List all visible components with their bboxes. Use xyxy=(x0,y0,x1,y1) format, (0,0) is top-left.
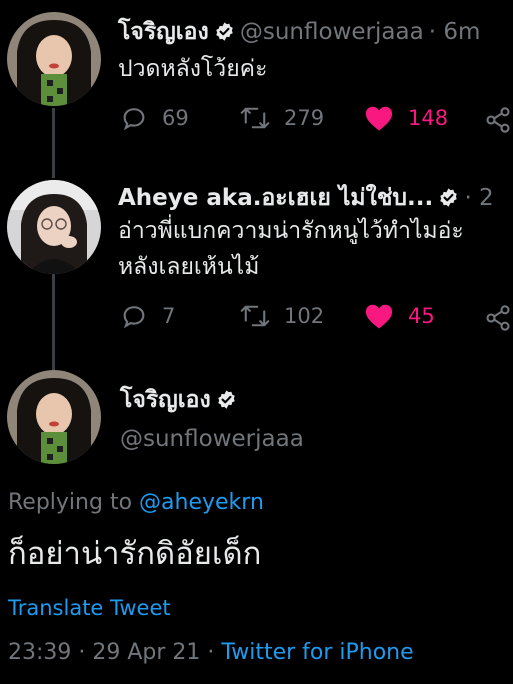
retweet-count: 102 xyxy=(284,304,325,328)
display-name[interactable]: โจริญเอง xyxy=(118,19,209,45)
timestamp[interactable]: · 2 xyxy=(464,185,493,211)
translate-tweet-link[interactable]: Translate Tweet xyxy=(8,596,171,620)
retweet-count: 279 xyxy=(284,106,325,130)
retweet-button[interactable]: 102 xyxy=(240,302,324,330)
display-name[interactable]: โจริญเอง xyxy=(120,387,211,413)
tweet-date[interactable]: · 29 Apr 21 · xyxy=(78,640,214,665)
tweet-meta: 23:39 · 29 Apr 21 · Twitter for iPhone xyxy=(8,640,414,665)
thread-line xyxy=(52,108,55,178)
reply-icon xyxy=(123,108,145,131)
like-count: 148 xyxy=(408,106,449,130)
reply-icon xyxy=(123,306,145,329)
tweet-text-line-2: หลังเลยเห้นไม้ xyxy=(118,254,260,280)
heart-filled-icon xyxy=(365,106,393,131)
tweet-text-line-1: อ่าวพี่แบกความน่ารักหนูไว้ทำไมอ่ะ xyxy=(118,218,464,244)
tweet-text: ปวดหลังโว้ยค่ะ xyxy=(118,56,268,82)
like-count: 45 xyxy=(408,304,435,328)
retweet-button[interactable]: 279 xyxy=(240,104,324,132)
heart-filled-icon xyxy=(365,304,393,329)
thread-line xyxy=(52,270,55,370)
handle[interactable]: @sunflowerjaaa xyxy=(240,19,424,45)
verified-badge-icon xyxy=(438,187,459,208)
verified-badge-icon xyxy=(216,389,237,410)
replying-to-label: Replying to xyxy=(8,490,133,515)
share-button[interactable] xyxy=(484,304,512,332)
replying-to: Replying to @aheyekrn xyxy=(8,490,264,515)
tweet-time[interactable]: 23:39 xyxy=(8,640,71,665)
avatar[interactable] xyxy=(7,180,101,274)
replying-to-handle-link[interactable]: @aheyekrn xyxy=(139,490,264,515)
tweet-header: Aheye aka.อะเฮเย ไม่ใช่บ... · 2 xyxy=(118,180,494,216)
reply-count: 7 xyxy=(162,304,176,328)
avatar[interactable] xyxy=(7,370,101,464)
main-tweet-text: ก็อย่าน่ารักดิอัยเด็ก xyxy=(8,536,262,572)
share-icon xyxy=(486,305,510,331)
verified-badge-icon xyxy=(214,21,235,42)
reply-button[interactable]: 7 xyxy=(120,302,175,330)
avatar[interactable] xyxy=(7,12,101,106)
share-icon xyxy=(486,107,510,133)
tweet-header: โจริญเอง @sunflowerjaaa · 6m xyxy=(118,14,480,50)
like-button[interactable]: 148 xyxy=(364,104,448,132)
display-name[interactable]: Aheye aka.อะเฮเย ไม่ใช่บ... xyxy=(118,185,433,211)
timestamp[interactable]: · 6m xyxy=(429,19,481,45)
author-name-row: โจริญเอง xyxy=(120,382,237,418)
retweet-icon xyxy=(240,305,270,327)
like-button[interactable]: 45 xyxy=(364,302,435,330)
share-button[interactable] xyxy=(484,106,512,134)
reply-count: 69 xyxy=(162,106,189,130)
handle[interactable]: @sunflowerjaaa xyxy=(120,426,304,452)
tweet-source-link[interactable]: Twitter for iPhone xyxy=(221,640,413,665)
retweet-icon xyxy=(240,107,270,129)
reply-button[interactable]: 69 xyxy=(120,104,189,132)
